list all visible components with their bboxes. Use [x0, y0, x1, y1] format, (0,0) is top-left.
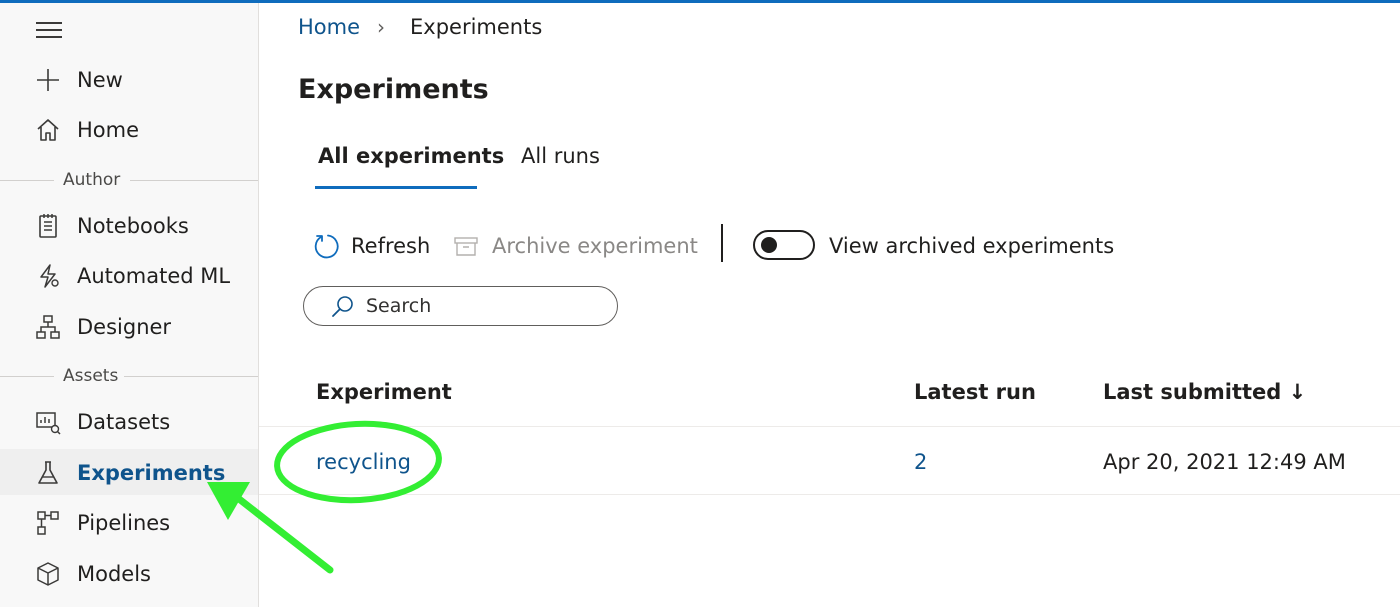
toolbar-divider: [721, 224, 723, 262]
home-icon: [37, 119, 59, 141]
sidebar-item-label: Designer: [77, 315, 172, 339]
sidebar-item-notebooks[interactable]: Notebooks: [0, 202, 258, 248]
section-label: Assets: [63, 366, 119, 386]
sidebar-item-label: Experiments: [77, 461, 226, 485]
archive-experiment-button[interactable]: Archive experiment: [453, 230, 698, 262]
sidebar-item-label: Models: [77, 562, 151, 586]
sidebar-item-designer[interactable]: Designer: [0, 303, 258, 349]
sidebar-item-new[interactable]: New: [0, 56, 258, 102]
sidebar-item-label: Automated ML: [77, 264, 231, 288]
breadcrumb-home-link[interactable]: Home: [298, 14, 360, 40]
sidebar-item-label: Datasets: [77, 410, 171, 434]
sidebar-item-label: Pipelines: [77, 511, 171, 535]
refresh-button[interactable]: Refresh: [312, 230, 430, 262]
archive-label: Archive experiment: [492, 234, 698, 258]
plus-icon: [37, 69, 59, 91]
sidebar-item-experiments[interactable]: Experiments: [0, 449, 258, 495]
hamburger-menu-icon[interactable]: [36, 21, 62, 39]
flask-icon: [38, 461, 58, 484]
tab-all-runs[interactable]: All runs: [521, 142, 600, 170]
column-header-experiment[interactable]: Experiment: [316, 378, 452, 406]
refresh-icon: [314, 234, 339, 259]
column-header-last-submitted[interactable]: Last submitted ↓: [1103, 378, 1306, 406]
cube-icon: [37, 562, 59, 586]
sidebar-item-label: Home: [77, 118, 140, 142]
archive-icon: [454, 237, 478, 256]
view-archived-label: View archived experiments: [829, 234, 1115, 258]
page-title: Experiments: [298, 74, 489, 105]
pipelines-icon: [37, 511, 59, 535]
sidebar-item-datasets[interactable]: Datasets: [0, 398, 258, 444]
column-header-latest-run[interactable]: Latest run: [914, 378, 1036, 406]
latest-run-link[interactable]: 2: [914, 448, 927, 476]
tab-all-experiments[interactable]: All experiments: [318, 142, 504, 170]
experiment-link[interactable]: recycling: [316, 448, 411, 476]
notebook-icon: [39, 214, 57, 238]
designer-icon: [36, 315, 60, 339]
search-box[interactable]: [303, 286, 618, 326]
chevron-right-icon: ›: [377, 15, 385, 39]
sidebar-item-label: New: [77, 68, 123, 92]
search-input[interactable]: [366, 293, 596, 319]
view-archived-toggle[interactable]: [753, 230, 815, 260]
sidebar-item-home[interactable]: Home: [0, 106, 258, 152]
sort-descending-icon: ↓: [1288, 380, 1307, 404]
column-header-label: Last submitted: [1103, 380, 1282, 404]
search-icon: [332, 296, 353, 317]
sidebar-item-pipelines[interactable]: Pipelines: [0, 499, 258, 545]
sidebar-item-models[interactable]: Models: [0, 550, 258, 596]
refresh-label: Refresh: [351, 234, 431, 258]
section-label: Author: [63, 170, 121, 190]
automated-ml-icon: [40, 264, 59, 288]
sidebar-item-label: Notebooks: [77, 214, 189, 238]
sidebar-item-automated-ml[interactable]: Automated ML: [0, 252, 258, 298]
datasets-icon: [36, 412, 61, 435]
section-assets: Assets: [0, 366, 258, 386]
section-author: Author: [0, 170, 258, 190]
toggle-knob: [761, 237, 777, 253]
breadcrumb-current: Experiments: [410, 15, 543, 39]
last-submitted-cell: Apr 20, 2021 12:49 AM: [1103, 450, 1346, 474]
active-tab-indicator: [315, 186, 477, 189]
